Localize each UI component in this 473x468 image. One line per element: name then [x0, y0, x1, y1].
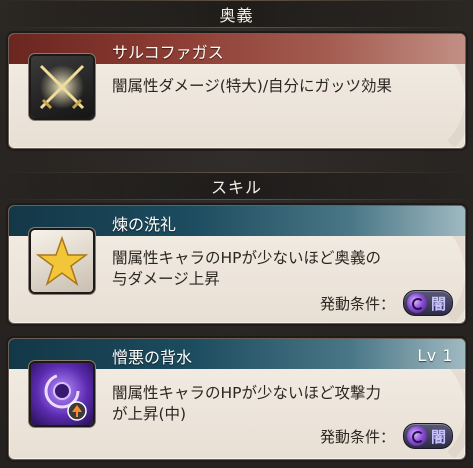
ougi-section-header: 奥義 — [0, 0, 473, 28]
skill-2-title: 憎悪の背水 — [112, 348, 193, 367]
skill-card-1[interactable]: 煉の洗礼 闇属性キャラのHPが少ないほど奥義の 与ダメージ上昇 発動条件： 闇 — [8, 205, 466, 324]
condition-label: 発動条件： — [319, 294, 395, 313]
skill-2-level: Lv 1 — [417, 346, 453, 365]
ougi-title: サルコファガス — [112, 43, 224, 62]
condition-element-text: 闇 — [430, 427, 446, 446]
condition-label: 発動条件： — [319, 427, 395, 446]
ougi-header-text: 奥義 — [219, 6, 254, 25]
dark-element-badge: 闇 — [402, 290, 453, 316]
skills-section-header: スキル — [0, 172, 473, 200]
skill-1-description-line-1: 闇属性キャラのHPが少ないほど奥義の — [112, 249, 382, 267]
dark-element-icon — [406, 426, 427, 446]
ougi-description: 闇属性ダメージ(特大)/自分にガッツ効果 — [112, 77, 393, 95]
skill-1-condition: 発動条件： 闇 — [320, 290, 453, 316]
dark-swirl-icon — [31, 363, 93, 425]
dark-element-badge: 闇 — [402, 423, 453, 449]
skill-2-description-line-2: が上昇(中) — [112, 405, 187, 423]
ougi-card[interactable]: サルコファガス 闇属性ダメージ(特大)/自分にガッツ効果 — [8, 33, 466, 149]
skill-card-2[interactable]: 憎悪の背水 Lv 1 闇属性キャラのHPが少ないほど攻撃力 が上昇(中) 発動条… — [8, 338, 466, 460]
skill-2-condition: 発動条件： 闇 — [320, 423, 453, 449]
skill-1-title: 煉の洗礼 — [112, 215, 177, 234]
skill-2-description-line-1: 闇属性キャラのHPが少ないほど攻撃力 — [112, 384, 382, 402]
skill-1-description: 闇属性キャラのHPが少ないほど奥義の 与ダメージ上昇 — [112, 248, 453, 290]
skills-header-text: スキル — [210, 178, 262, 197]
condition-element-text: 闇 — [430, 294, 446, 313]
crossed-swords-icon — [31, 56, 93, 118]
skill-2-description: 闇属性キャラのHPが少ないほど攻撃力 が上昇(中) — [112, 383, 453, 425]
skill-1-description-line-2: 与ダメージ上昇 — [112, 270, 220, 288]
gold-star-icon — [31, 230, 93, 292]
dark-element-icon — [406, 293, 427, 313]
